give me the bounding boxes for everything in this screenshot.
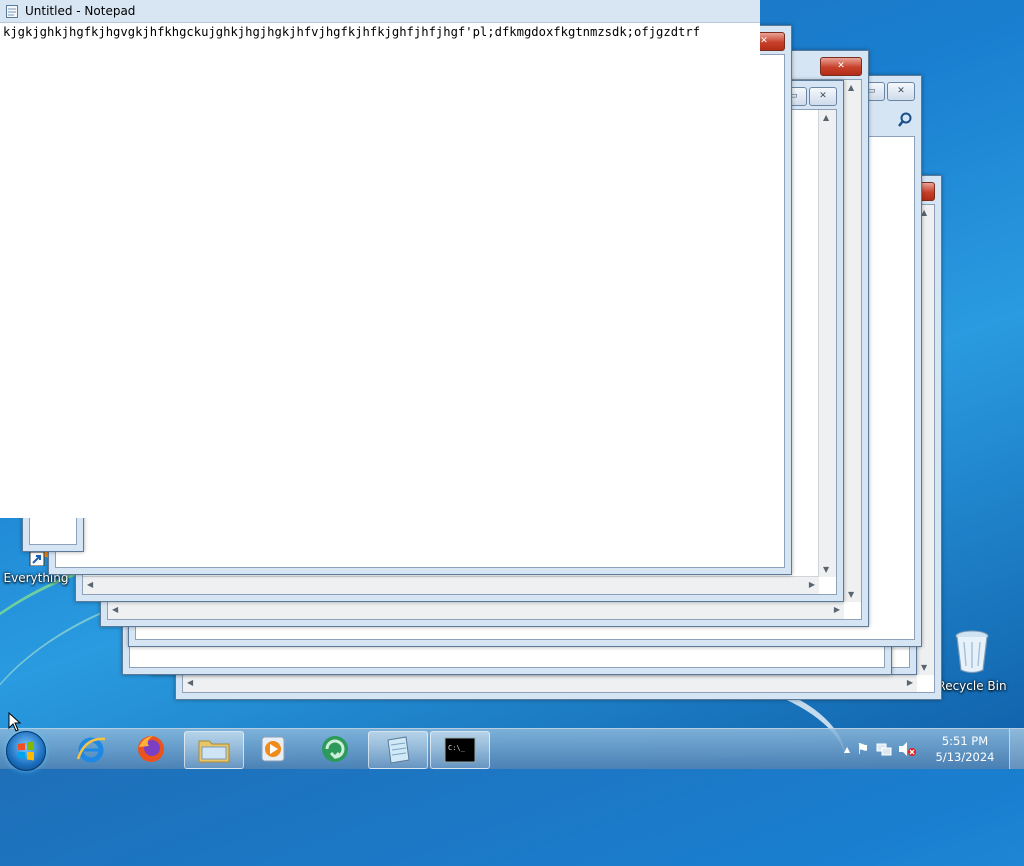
firefox-icon [138,736,164,762]
green-arrow-app-icon [322,736,348,762]
desktop-icon-label: Recycle Bin [937,679,1007,693]
show-desktop-button[interactable] [1009,729,1024,769]
volume-muted-icon[interactable] [898,741,916,757]
taskbar-firefox[interactable] [122,731,180,767]
notepad-text-area[interactable]: kjgkjghkjhgfkjhgvgkjhfkhgckujghkjhgjhgkj… [0,23,760,39]
command-prompt-icon: C:\_ [444,737,476,763]
taskbar-internet-explorer[interactable] [62,731,120,767]
cmd-prompt-text: C:\_ [448,744,466,752]
clock-date: 5/13/2024 [935,750,995,764]
scroll-right-arrow[interactable]: ▶ [809,580,815,589]
scroll-left-arrow[interactable]: ◀ [187,678,193,687]
media-player-icon [261,736,285,762]
scroll-right-arrow[interactable]: ▶ [907,678,913,687]
scroll-down-arrow[interactable]: ▼ [921,663,927,672]
notepad-icon [6,5,18,18]
taskbar-media-player[interactable] [244,731,302,767]
show-hidden-icons-chevron[interactable]: ▲ [844,745,850,754]
scroll-down-arrow[interactable]: ▼ [848,590,854,599]
taskbar-command-prompt[interactable]: C:\_ [430,731,490,769]
vertical-scrollbar[interactable]: ▲ ▼ [818,110,836,577]
notepad-window[interactable]: Untitled - Notepad kjgkjghkjhgfkjhgvgkjh… [0,0,760,518]
search-icon[interactable] [897,112,913,128]
scroll-left-arrow[interactable]: ◀ [87,580,93,589]
scroll-up-arrow[interactable]: ▲ [848,83,854,92]
title-bar[interactable]: Untitled - Notepad [0,0,760,23]
close-button[interactable]: ✕ [820,57,862,76]
system-tray: ▲ ⚑ [844,729,916,769]
close-button[interactable]: ✕ [887,82,915,101]
scroll-left-arrow[interactable]: ◀ [112,605,118,614]
network-icon[interactable] [876,741,892,757]
taskbar: C:\_ ▲ ⚑ 5:51 PM 5/13/2024 [0,728,1024,769]
taskbar-app-circle[interactable] [306,731,364,767]
taskbar-notepad[interactable] [368,731,428,769]
scroll-down-arrow[interactable]: ▼ [823,565,829,574]
action-center-flag-icon[interactable]: ⚑ [856,740,869,758]
horizontal-scrollbar[interactable]: ◀ ▶ [83,576,819,594]
horizontal-scrollbar[interactable]: ◀ ▶ [108,601,844,619]
folder-icon [198,740,230,763]
internet-explorer-icon [76,737,106,763]
vertical-scrollbar[interactable]: ▲ ▼ [843,80,861,602]
recycle-bin-icon [955,630,989,674]
notepad-icon [387,736,410,764]
scroll-right-arrow[interactable]: ▶ [834,605,840,614]
close-button[interactable]: ✕ [809,87,837,106]
taskbar-file-explorer[interactable] [184,731,244,769]
scroll-up-arrow[interactable]: ▲ [823,113,829,122]
windows-start-orb-icon [18,741,34,761]
window-title: Untitled - Notepad [25,4,136,18]
start-button[interactable] [6,731,46,771]
mouse-cursor-icon [8,712,22,732]
horizontal-scrollbar[interactable]: ◀ ▶ [183,674,917,692]
desktop-icon-recycle-bin[interactable]: Recycle Bin [932,628,1012,693]
clock[interactable]: 5:51 PM 5/13/2024 [930,733,1000,765]
clock-time: 5:51 PM [941,734,989,748]
